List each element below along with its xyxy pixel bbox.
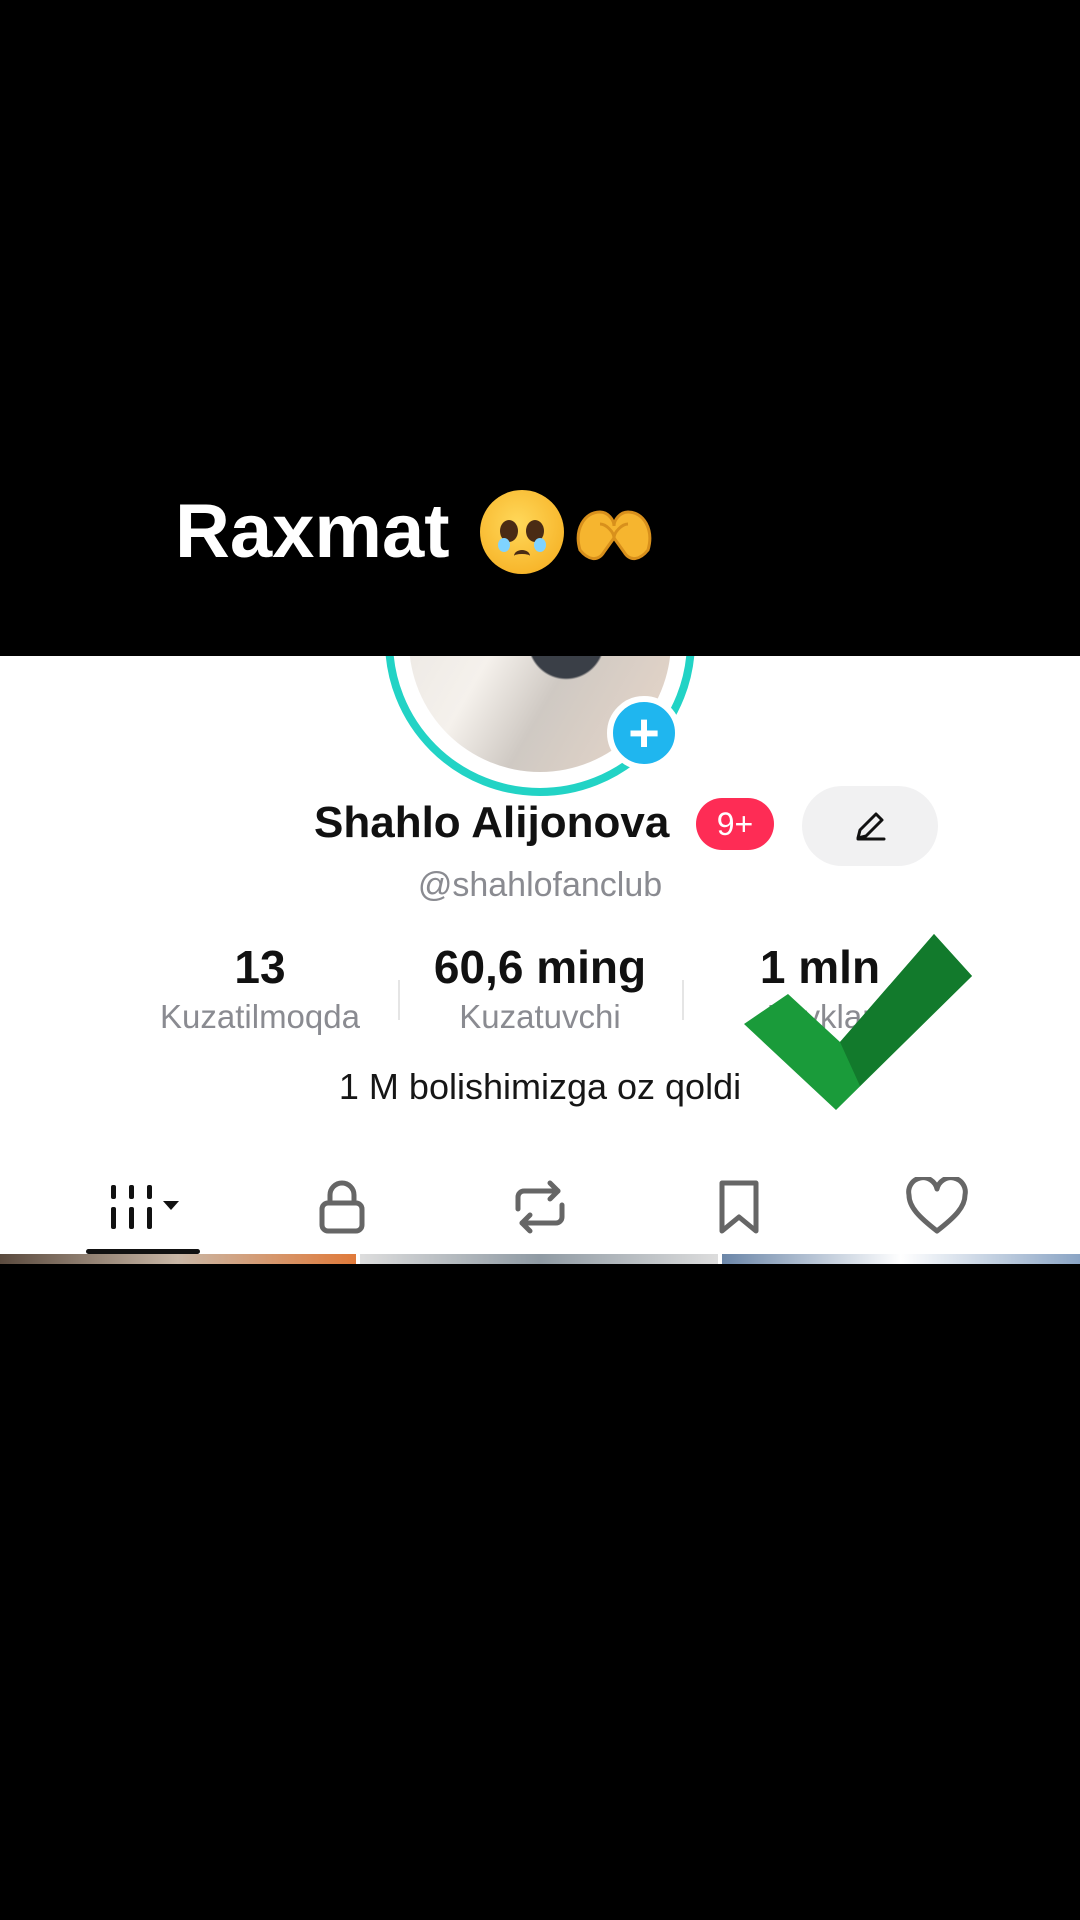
stat-following-value: 13 (234, 941, 286, 993)
heart-icon (906, 1177, 968, 1234)
video-thumbnail[interactable] (722, 1254, 1080, 1264)
add-story-plus-icon[interactable]: + (607, 696, 681, 770)
videos-grid-icon (111, 1185, 179, 1229)
stat-followers-label: Kuzatuvchi (459, 998, 621, 1035)
stat-following[interactable]: 13 Kuzatilmoqda (130, 940, 390, 1036)
tab-reposts[interactable] (480, 1162, 600, 1252)
profile-panel: + Shahlo Alijonova 9+ @shahlofanclub 13 … (0, 656, 1080, 1264)
caption-text: Raxmat (175, 489, 450, 574)
video-thumbnail[interactable] (0, 1254, 356, 1264)
tab-private[interactable] (282, 1162, 402, 1252)
edit-profile-button[interactable] (802, 786, 938, 866)
pleading-face-emoji-icon (479, 490, 564, 574)
repost-icon (515, 1180, 565, 1234)
profile-handle: @shahlofanclub (417, 866, 663, 904)
caption-emojis (479, 490, 658, 574)
tab-liked[interactable] (877, 1162, 997, 1252)
video-grid-preview (0, 1254, 1080, 1264)
pencil-icon (856, 812, 886, 841)
video-thumbnail[interactable] (360, 1254, 718, 1264)
profile-tabs (0, 1162, 1080, 1262)
video-caption: Raxmat (175, 486, 658, 578)
tab-videos[interactable] (86, 1162, 206, 1252)
lock-icon (319, 1180, 365, 1234)
stat-following-label: Kuzatilmoqda (160, 998, 360, 1035)
tab-favorites[interactable] (679, 1162, 799, 1252)
stat-followers-value: 60,6 ming (433, 941, 647, 993)
stat-followers[interactable]: 60,6 ming Kuzatuvchi (410, 940, 670, 1036)
stat-divider (682, 980, 684, 1020)
heart-hands-emoji-icon (576, 510, 651, 560)
green-checkmark-icon (744, 934, 972, 1110)
bookmark-icon (719, 1180, 759, 1234)
notification-badge[interactable]: 9+ (696, 798, 774, 850)
stat-divider (398, 980, 400, 1020)
profile-name: Shahlo Alijonova (314, 798, 670, 847)
